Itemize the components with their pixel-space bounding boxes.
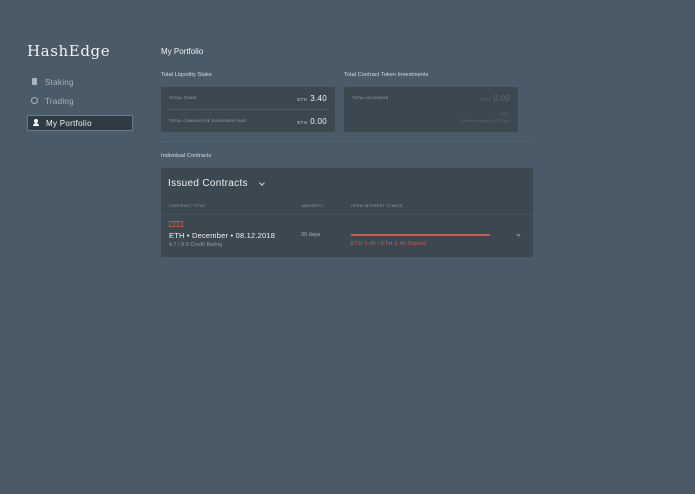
sidebar-item-my-portfolio[interactable]: My Portfolio [27,115,133,131]
page-title: My Portfolio [161,47,204,56]
amount: 0.00 [310,116,327,126]
dividends-value: ETH 0.00 [297,117,327,126]
amount: 3.40 [310,93,327,103]
column-header-maturity: MATURITY [302,204,324,208]
total-holdings-value: ETH 0.00 [480,94,510,103]
currency-label: ETH [297,119,308,125]
contracts-section-label: Individual Contracts [161,153,212,159]
amount: 0.00 [493,93,510,103]
currency-label: ETH [480,96,491,102]
total-stake-value: ETH 3.40 [297,94,327,103]
table-header-divider [161,214,533,215]
holdings-note-top: HOLD [500,112,510,116]
liquidity-card: TOTAL STAKE ETH 3.40 TOTAL CUMULATIVE DI… [161,87,335,132]
sidebar-item-label: Staking [45,77,74,87]
section-divider [161,141,533,142]
sidebar-nav: Staking Trading My Portfolio [27,74,133,134]
user-icon [32,119,40,127]
total-stake-label: TOTAL STAKE [169,96,198,100]
sidebar-item-label: Trading [45,96,74,106]
stake-progress-fill [351,234,490,236]
investments-card: TOTAL HOLDINGS ETH 0.00 HOLD Collective … [344,87,518,132]
liquidity-section-label: Total Liquidity Stake [161,72,213,78]
document-icon [31,78,39,86]
dividends-label: TOTAL CUMULATIVE DIVIDENDS PAID [169,119,247,123]
app-logo[interactable]: HashEdge [27,42,110,60]
holdings-note-bottom: Collective staking at ETH Stake [459,119,510,123]
issued-contracts-dropdown[interactable]: Issued Contracts [168,178,248,189]
credit-rating: 4.7 / 5.0 Credit Rating [169,242,223,248]
contract-title: ETH • December • 08.12.2018 [169,231,276,240]
dividends-row: TOTAL CUMULATIVE DIVIDENDS PAID ETH 0.00 [161,110,335,132]
total-stake-row: TOTAL STAKE ETH 3.40 [161,87,335,109]
sidebar-item-staking[interactable]: Staking [27,74,133,90]
globe-icon [31,97,39,105]
new-badge: NEW [169,221,183,227]
sidebar-item-label: My Portfolio [46,118,92,128]
investments-section-label: Total Contract Token Investments [344,72,429,78]
contract-maturity: 30 days [301,232,321,238]
stake-progress-bar [351,234,490,236]
column-header-stakes: OPEN INTEREST STAKES [351,204,403,208]
total-holdings-row: TOTAL HOLDINGS ETH 0.00 [344,87,518,109]
sidebar-item-trading[interactable]: Trading [27,93,133,109]
total-holdings-label: TOTAL HOLDINGS [352,96,389,100]
currency-label: ETH [297,96,308,102]
stake-amount: ETH 3.40 / ETH 3.40 Staked [351,241,426,247]
column-header-title: CONTRACT TITLE [169,204,206,208]
